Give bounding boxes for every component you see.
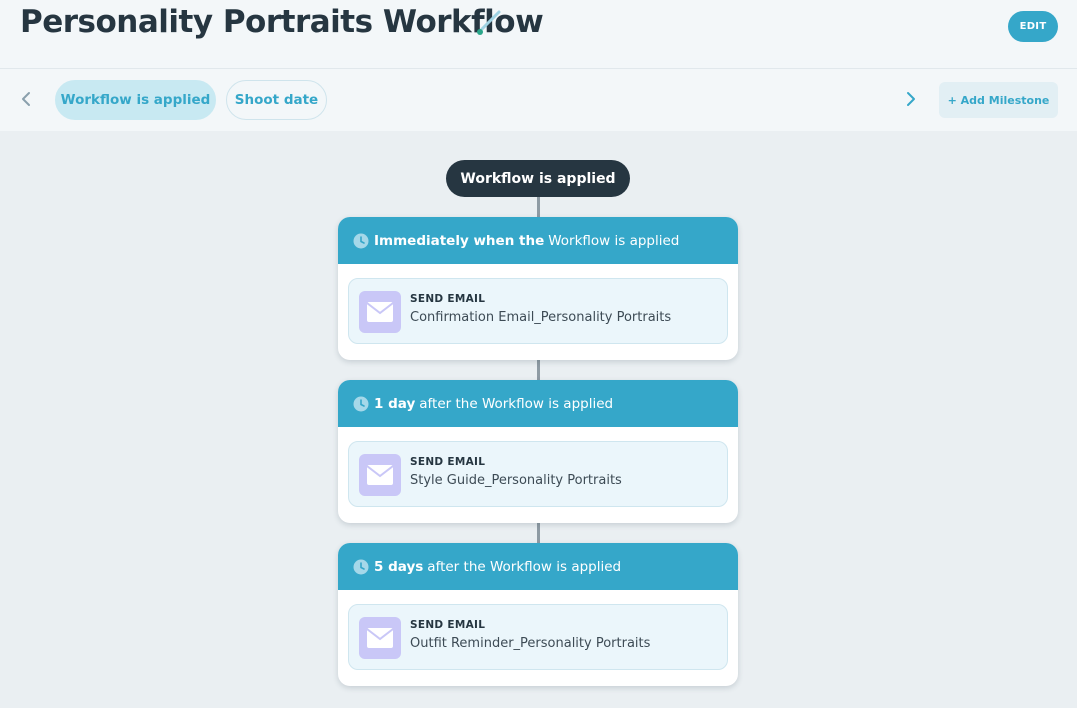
mail-icon xyxy=(359,617,401,659)
email-template-name: Confirmation Email_Personality Portraits xyxy=(410,310,672,325)
milestone-bar: Workflow is applied Shoot date + Add Mil… xyxy=(0,69,1077,131)
clock-icon xyxy=(353,233,369,248)
send-email-action[interactable]: SEND EMAIL Outfit Reminder_Personality P… xyxy=(348,604,728,670)
page-title: Personality Portraits Workflow xyxy=(20,4,544,40)
mail-icon xyxy=(359,291,401,333)
step-timing-bold: 1 day xyxy=(374,395,416,412)
page-header: Personality Portraits Workflow EDIT xyxy=(0,0,1077,69)
workflow-step-3[interactable]: 5 days after the Workflow is applied SEN… xyxy=(338,543,738,686)
trigger-label: Workflow is applied xyxy=(460,170,616,187)
action-type-label: SEND EMAIL xyxy=(410,293,486,305)
step-timing-bold: 5 days xyxy=(374,558,424,575)
milestone-tab-shoot-date[interactable]: Shoot date xyxy=(226,80,327,120)
send-email-action[interactable]: SEND EMAIL Confirmation Email_Personalit… xyxy=(348,278,728,344)
action-type-label: SEND EMAIL xyxy=(410,619,486,631)
send-email-action[interactable]: SEND EMAIL Style Guide_Personality Portr… xyxy=(348,441,728,507)
connector-line xyxy=(537,523,540,543)
step-header: 1 day after the Workflow is applied xyxy=(338,380,738,427)
add-milestone-button[interactable]: + Add Milestone xyxy=(939,82,1058,118)
connector-line xyxy=(537,197,540,217)
workflow-step-1[interactable]: Immediately when the Workflow is applied… xyxy=(338,217,738,360)
email-template-name: Style Guide_Personality Portraits xyxy=(410,473,622,488)
step-timing-bold: Immediately when the xyxy=(374,232,545,249)
chevron-right-icon[interactable] xyxy=(901,89,921,109)
pencil-icon[interactable] xyxy=(474,6,504,36)
step-timing-rest: after the Workflow is applied xyxy=(419,395,614,412)
action-type-label: SEND EMAIL xyxy=(410,456,486,468)
step-timing-rest: after the Workflow is applied xyxy=(427,558,622,575)
clock-icon xyxy=(353,396,369,411)
step-header: Immediately when the Workflow is applied xyxy=(338,217,738,264)
mail-icon xyxy=(359,454,401,496)
milestone-tab-workflow-applied[interactable]: Workflow is applied xyxy=(55,80,216,120)
edit-button[interactable]: EDIT xyxy=(1008,11,1058,42)
connector-line xyxy=(537,360,540,380)
chevron-left-icon[interactable] xyxy=(16,89,36,109)
workflow-step-2[interactable]: 1 day after the Workflow is applied SEND… xyxy=(338,380,738,523)
clock-icon xyxy=(353,559,369,574)
step-timing-rest: Workflow is applied xyxy=(548,232,680,249)
trigger-pill[interactable]: Workflow is applied xyxy=(446,160,630,197)
email-template-name: Outfit Reminder_Personality Portraits xyxy=(410,636,651,651)
step-header: 5 days after the Workflow is applied xyxy=(338,543,738,590)
